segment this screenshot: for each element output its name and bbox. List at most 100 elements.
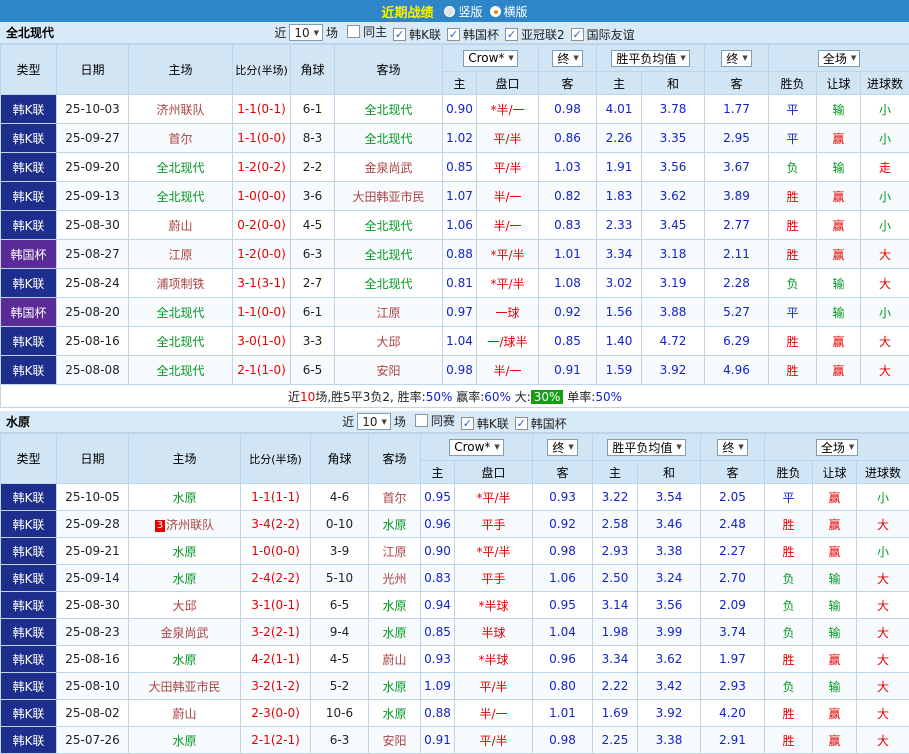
match-type: 韩K联	[1, 211, 57, 240]
filter-checkbox[interactable]: ✓韩国杯	[515, 415, 567, 432]
avg-away: 1.97	[701, 646, 765, 673]
match-corners: 8-3	[291, 124, 335, 153]
match-corners: 4-5	[311, 646, 369, 673]
match-row: 韩K联25-09-20全北现代1-2(0-2)2-2金泉尚武0.85平/半1.0…	[1, 153, 909, 182]
home-team: 水原	[129, 538, 241, 565]
bookmaker-select[interactable]: Crow*▼	[449, 439, 504, 456]
away-team: 江原	[369, 538, 421, 565]
checkbox-icon[interactable]: ✓	[393, 28, 406, 41]
checkbox-icon[interactable]	[347, 25, 360, 38]
filter-near-label: 近	[274, 24, 286, 41]
match-corners: 6-5	[291, 356, 335, 385]
radio-icon[interactable]	[444, 6, 455, 17]
avg-draw: 4.72	[642, 327, 705, 356]
col-header-home: 主场	[129, 434, 241, 484]
avg-draw: 3.92	[638, 700, 701, 727]
match-row: 韩国杯25-08-20全北现代1-1(0-0)6-1江原0.97一球0.921.…	[1, 298, 909, 327]
odds-handicap: 半/一	[477, 182, 539, 211]
result-handicap: 赢	[813, 511, 857, 538]
avg-home: 2.25	[593, 727, 638, 754]
avg-draw: 3.62	[642, 182, 705, 211]
odds-handicap: 平/半	[477, 153, 539, 182]
odds-away: 0.95	[533, 592, 593, 619]
odds-away: 0.93	[533, 484, 593, 511]
scope-select[interactable]: 全场▼	[818, 50, 860, 67]
match-score: 4-2(1-1)	[241, 646, 311, 673]
layout-radio[interactable]: 竖版	[444, 3, 482, 20]
avg-home: 2.26	[597, 124, 642, 153]
avg-home: 2.22	[593, 673, 638, 700]
match-date: 25-10-03	[57, 95, 129, 124]
avg-final-select[interactable]: 终▼	[717, 439, 747, 456]
away-team: 水原	[369, 700, 421, 727]
recent-count-select[interactable]: 10▼	[357, 413, 391, 430]
match-row: 韩K联25-10-05水原1-1(1-1)4-6首尔0.95*平/半0.933.…	[1, 484, 909, 511]
avg-draw: 3.62	[638, 646, 701, 673]
odds-final-select[interactable]: 终▼	[552, 50, 582, 67]
radio-icon[interactable]	[490, 6, 501, 17]
chevron-down-icon: ▼	[680, 54, 685, 62]
result-goals: 大	[861, 356, 909, 385]
result-goals: 大	[857, 673, 909, 700]
result-wdl: 胜	[769, 211, 817, 240]
filter-checkbox[interactable]: ✓亚冠联2	[505, 26, 565, 43]
checkbox-label: 韩国杯	[531, 415, 567, 432]
avg-draw: 3.78	[642, 95, 705, 124]
chevron-down-icon: ▼	[314, 29, 319, 37]
odds-final-select[interactable]: 终▼	[547, 439, 577, 456]
filter-checkbox[interactable]: 同赛	[415, 412, 455, 429]
avg-draw: 3.38	[638, 538, 701, 565]
recent-count-select[interactable]: 10▼	[289, 24, 323, 41]
chevron-down-icon: ▼	[494, 443, 499, 451]
odds-home: 1.09	[421, 673, 455, 700]
layout-radio[interactable]: 横版	[490, 3, 528, 20]
avg-select[interactable]: 胜平负均值▼	[611, 50, 689, 67]
match-date: 25-08-16	[57, 646, 129, 673]
checkbox-icon[interactable]: ✓	[461, 417, 474, 430]
filter-checkboxes: 同主 ✓韩K联 ✓韩国杯 ✓亚冠联2 ✓国际友谊	[341, 23, 635, 43]
result-wdl: 负	[765, 619, 813, 646]
checkbox-icon[interactable]: ✓	[571, 28, 584, 41]
checkbox-icon[interactable]	[415, 414, 428, 427]
avg-home: 3.02	[597, 269, 642, 298]
away-team: 大邱	[335, 327, 443, 356]
col-header-type: 类型	[1, 434, 57, 484]
sub-header-avg-home: 主	[597, 72, 642, 95]
odds-home: 0.90	[443, 95, 477, 124]
match-type: 韩K联	[1, 727, 57, 754]
scope-select[interactable]: 全场▼	[816, 439, 858, 456]
away-team: 水原	[369, 673, 421, 700]
filter-checkbox[interactable]: ✓韩K联	[393, 26, 441, 43]
select-value: 终	[557, 50, 569, 67]
home-team: 全北现代	[129, 356, 233, 385]
match-row: 韩K联25-08-08全北现代2-1(1-0)6-5安阳0.98半/一0.911…	[1, 356, 909, 385]
filter-checkbox[interactable]: ✓国际友谊	[571, 26, 635, 43]
result-wdl: 平	[769, 298, 817, 327]
chevron-down-icon: ▼	[849, 443, 854, 451]
filter-checkbox[interactable]: ✓韩K联	[461, 415, 509, 432]
filter-checkbox[interactable]: 同主	[347, 23, 387, 40]
filter-checkbox[interactable]: ✓韩国杯	[447, 26, 499, 43]
summary-segment: 60%	[484, 390, 511, 404]
checkbox-icon[interactable]: ✓	[515, 417, 528, 430]
bookmaker-select[interactable]: Crow*▼	[463, 50, 518, 67]
checkbox-icon[interactable]: ✓	[447, 28, 460, 41]
match-date: 25-09-21	[57, 538, 129, 565]
col-header-score: 比分(半场)	[241, 434, 311, 484]
avg-final-select[interactable]: 终▼	[721, 50, 751, 67]
section-bar: 水原 近 10▼ 场 同赛✓韩K联✓韩国杯	[0, 411, 909, 433]
checkbox-icon[interactable]: ✓	[505, 28, 518, 41]
avg-final-header-cell: 终▼	[705, 45, 769, 72]
home-team: 金泉尚武	[129, 619, 241, 646]
avg-away: 2.95	[705, 124, 769, 153]
match-corners: 5-10	[311, 565, 369, 592]
match-type: 韩K联	[1, 538, 57, 565]
col-header-away: 客场	[369, 434, 421, 484]
match-type: 韩K联	[1, 673, 57, 700]
away-team: 安阳	[369, 727, 421, 754]
result-handicap: 赢	[813, 700, 857, 727]
summary-row: 近10场,胜5平3负2, 胜率:50% 赢率:60% 大:30% 单率:50%	[1, 385, 909, 408]
avg-select[interactable]: 胜平负均值▼	[607, 439, 685, 456]
odds-home: 0.97	[443, 298, 477, 327]
sub-header-odds-away: 客	[533, 461, 593, 484]
